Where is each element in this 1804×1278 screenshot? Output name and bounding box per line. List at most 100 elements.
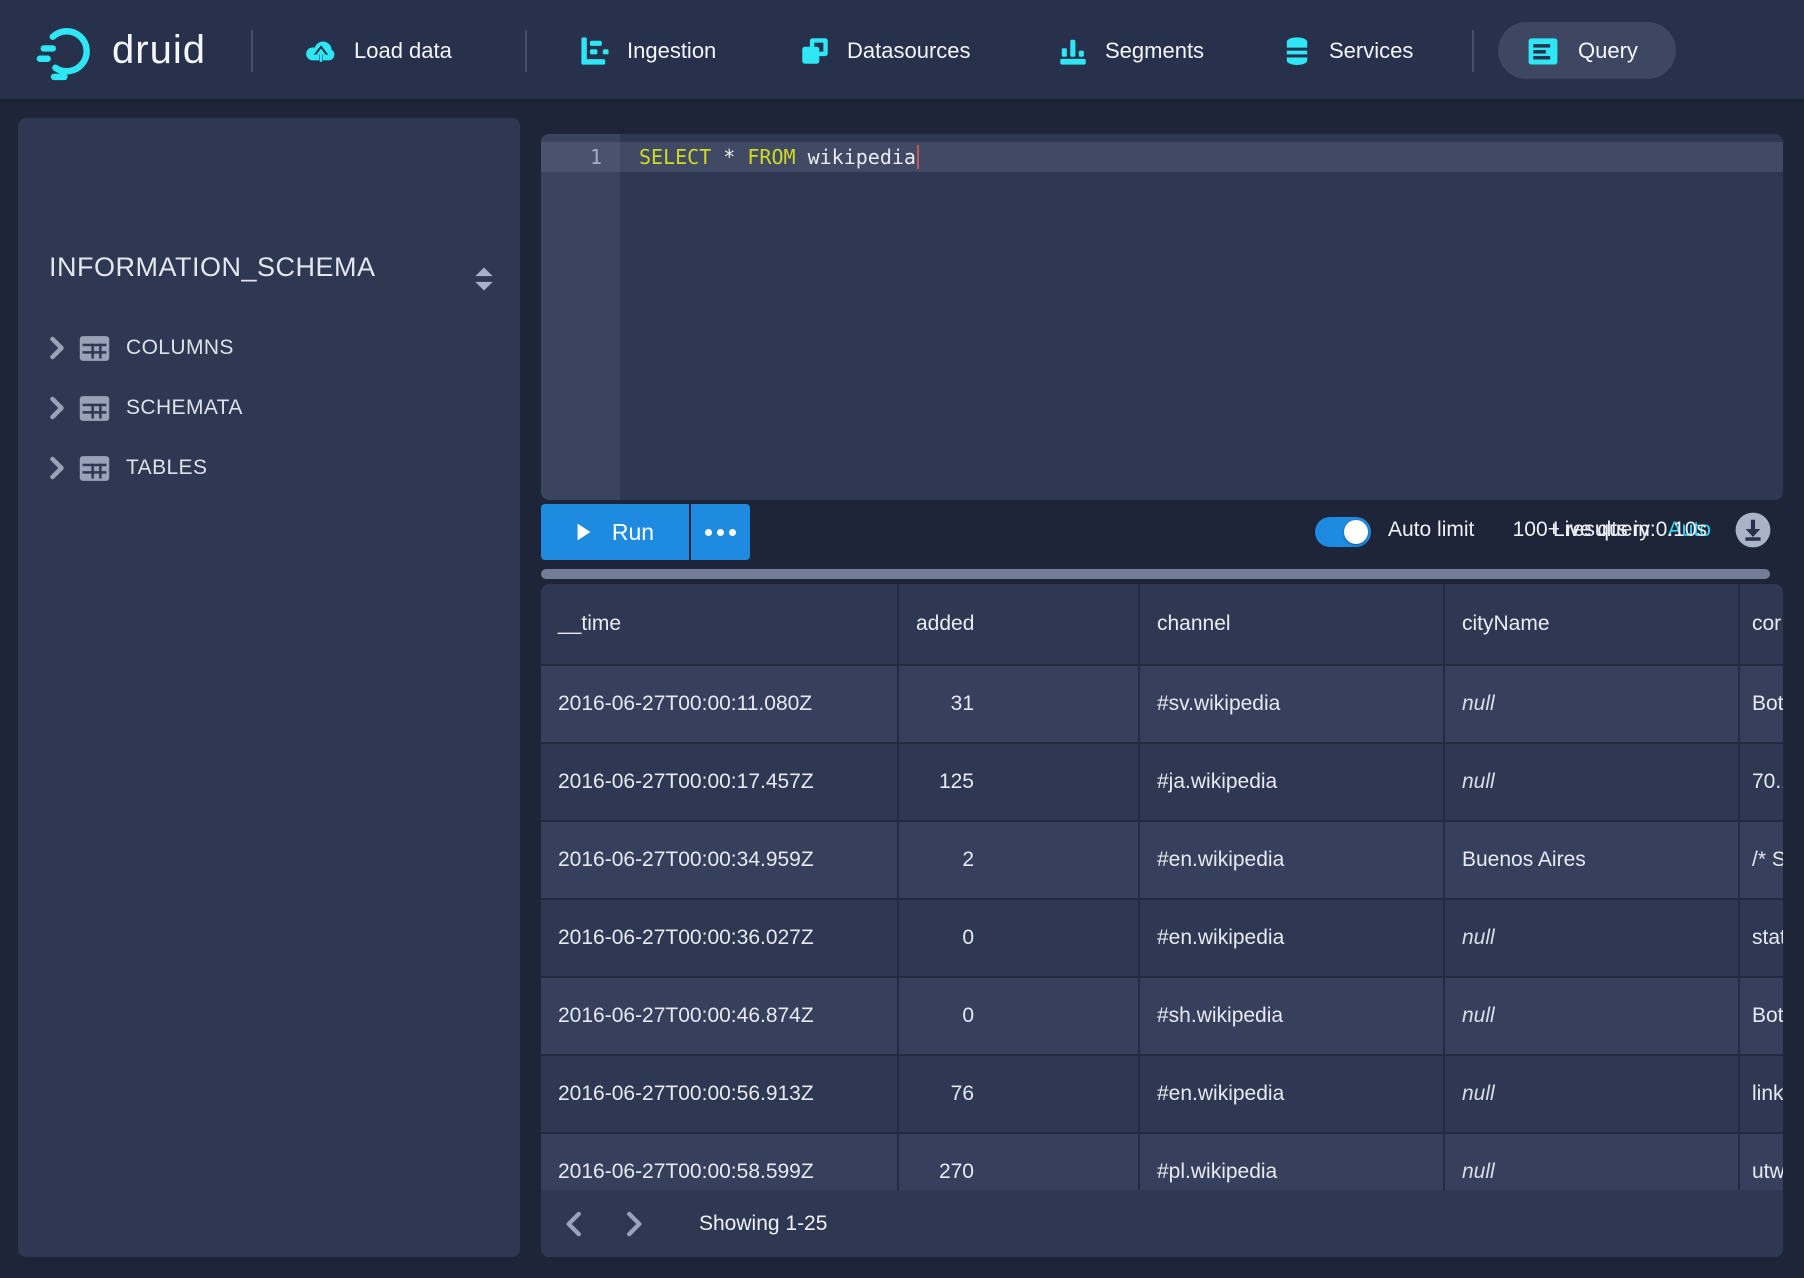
nav-divider bbox=[525, 30, 527, 72]
toggle-knob bbox=[1344, 520, 1368, 544]
sql-code-line[interactable]: SELECT * FROM wikipedia bbox=[639, 142, 919, 172]
cell-__time: 2016-06-27T00:00:11.080Z bbox=[541, 666, 899, 742]
datasources-icon bbox=[798, 34, 832, 68]
results-summary: 100+ results in 0.10s bbox=[1513, 518, 1707, 542]
nav-item-label: Services bbox=[1329, 38, 1413, 64]
run-button-label: Run bbox=[612, 519, 654, 546]
nav-item-segments[interactable]: Segments bbox=[1056, 0, 1204, 101]
cell-added: 2 bbox=[899, 822, 1140, 898]
table-row: 2016-06-27T00:00:36.027Z0#en.wikipedianu… bbox=[541, 898, 1783, 976]
cell-__time: 2016-06-27T00:00:46.874Z bbox=[541, 978, 899, 1054]
cell-cityName: null bbox=[1445, 978, 1740, 1054]
run-button[interactable]: Run bbox=[541, 504, 689, 560]
nav-divider bbox=[251, 30, 253, 72]
cell-cityName: null bbox=[1445, 744, 1740, 820]
nav-item-datasources[interactable]: Datasources bbox=[798, 0, 971, 101]
table-icon bbox=[79, 335, 126, 362]
results-horizontal-scrollbar[interactable] bbox=[541, 569, 1770, 579]
results-table-panel: __time added channel cityName cor 2016-0… bbox=[541, 584, 1783, 1257]
run-button-group: Run bbox=[541, 504, 750, 560]
schema-tree: COLUMNS SCHEMATA bbox=[18, 318, 520, 498]
sidebar-item-schemata[interactable]: SCHEMATA bbox=[18, 378, 520, 438]
column-header-added[interactable]: added bbox=[899, 584, 1140, 664]
nav-item-label: Datasources bbox=[847, 38, 971, 64]
table-icon bbox=[79, 455, 126, 482]
sidebar-item-label: SCHEMATA bbox=[126, 396, 243, 420]
table-row: 2016-06-27T00:00:11.080Z31#sv.wikipedian… bbox=[541, 664, 1783, 742]
column-header-cityname[interactable]: cityName bbox=[1445, 584, 1740, 664]
chevron-right-icon[interactable] bbox=[49, 456, 79, 480]
nav-item-label: Query bbox=[1578, 38, 1638, 64]
results-header-row: __time added channel cityName cor bbox=[541, 584, 1783, 664]
chevron-right-icon[interactable] bbox=[49, 396, 79, 420]
previous-page-icon[interactable] bbox=[561, 1212, 585, 1236]
cell-cityName: null bbox=[1445, 900, 1740, 976]
nav-item-services[interactable]: Services bbox=[1280, 0, 1413, 101]
cell-cor: Bot bbox=[1740, 978, 1783, 1054]
nav-item-ingestion[interactable]: Ingestion bbox=[578, 0, 716, 101]
nav-divider bbox=[1472, 30, 1474, 72]
sql-identifier: wikipedia bbox=[796, 145, 916, 169]
cell-__time: 2016-06-27T00:00:17.457Z bbox=[541, 744, 899, 820]
console-icon bbox=[1525, 33, 1561, 69]
column-header-comment[interactable]: cor bbox=[1740, 584, 1783, 664]
cell-cor: statu bbox=[1740, 900, 1783, 976]
sql-star: * bbox=[723, 145, 735, 169]
cell-added: 76 bbox=[899, 1056, 1140, 1132]
cell-added: 31 bbox=[899, 666, 1140, 742]
top-navbar: druid Load data bbox=[0, 0, 1804, 101]
results-rows: 2016-06-27T00:00:11.080Z31#sv.wikipedian… bbox=[541, 664, 1783, 1190]
cell-channel: #ja.wikipedia bbox=[1140, 744, 1445, 820]
cell-channel: #en.wikipedia bbox=[1140, 900, 1445, 976]
query-toolbar: Run Auto limit Live query:Auto 100+ resu… bbox=[541, 500, 1783, 564]
pagination-status: Showing 1-25 bbox=[699, 1212, 827, 1236]
table-row: 2016-06-27T00:00:56.913Z76#en.wikipedian… bbox=[541, 1054, 1783, 1132]
text-cursor bbox=[917, 145, 919, 169]
cell-added: 0 bbox=[899, 978, 1140, 1054]
double-caret-vertical-icon[interactable] bbox=[472, 266, 496, 292]
next-page-icon[interactable] bbox=[623, 1212, 647, 1236]
editor-gutter bbox=[541, 134, 620, 500]
cell-channel: #en.wikipedia bbox=[1140, 822, 1445, 898]
nav-item-label: Load data bbox=[354, 38, 452, 64]
column-header-channel[interactable]: channel bbox=[1140, 584, 1445, 664]
cell-channel: #sh.wikipedia bbox=[1140, 978, 1445, 1054]
cell-cityName: null bbox=[1445, 1056, 1740, 1132]
nav-item-query-active[interactable]: Query bbox=[1498, 22, 1676, 79]
cell-cityName: Buenos Aires bbox=[1445, 822, 1740, 898]
cell-__time: 2016-06-27T00:00:34.959Z bbox=[541, 822, 899, 898]
cell-cor: link bbox=[1740, 1056, 1783, 1132]
sidebar-item-tables[interactable]: TABLES bbox=[18, 438, 520, 498]
nav-item-label: Ingestion bbox=[627, 38, 716, 64]
sql-editor[interactable]: 1 SELECT * FROM wikipedia bbox=[541, 134, 1783, 500]
nav-item-load-data[interactable]: Load data bbox=[303, 0, 452, 101]
editor-line-number: 1 bbox=[541, 142, 620, 172]
sql-keyword-from: FROM bbox=[747, 145, 795, 169]
cell-channel: #sv.wikipedia bbox=[1140, 666, 1445, 742]
sidebar-item-columns[interactable]: COLUMNS bbox=[18, 318, 520, 378]
cell-added: 270 bbox=[899, 1134, 1140, 1190]
table-icon bbox=[79, 395, 126, 422]
cell-cityName: null bbox=[1445, 666, 1740, 742]
services-icon bbox=[1280, 34, 1314, 68]
cell-channel: #pl.wikipedia bbox=[1140, 1134, 1445, 1190]
table-row: 2016-06-27T00:00:46.874Z0#sh.wikipedianu… bbox=[541, 976, 1783, 1054]
more-ellipsis-icon bbox=[705, 529, 712, 536]
druid-logo-icon[interactable] bbox=[36, 0, 98, 101]
nav-item-label: Segments bbox=[1105, 38, 1204, 64]
auto-limit-label: Auto limit bbox=[1388, 518, 1474, 542]
column-header-time[interactable]: __time bbox=[541, 584, 899, 664]
druid-console-app: druid Load data bbox=[0, 0, 1804, 1278]
cell-cor: 70.1 bbox=[1740, 744, 1783, 820]
cloud-upload-icon bbox=[303, 33, 339, 69]
download-icon[interactable] bbox=[1734, 511, 1772, 549]
sidebar-item-label: COLUMNS bbox=[126, 336, 234, 360]
pagination-bar: Showing 1-25 bbox=[541, 1190, 1783, 1257]
table-row: 2016-06-27T00:00:34.959Z2#en.wikipediaBu… bbox=[541, 820, 1783, 898]
auto-limit-toggle[interactable] bbox=[1315, 517, 1371, 547]
brand-wordmark[interactable]: druid bbox=[112, 0, 206, 101]
cell-cor: /* Se bbox=[1740, 822, 1783, 898]
run-more-options-button[interactable] bbox=[691, 504, 750, 560]
chevron-right-icon[interactable] bbox=[49, 336, 79, 360]
table-row: 2016-06-27T00:00:17.457Z125#ja.wikipedia… bbox=[541, 742, 1783, 820]
